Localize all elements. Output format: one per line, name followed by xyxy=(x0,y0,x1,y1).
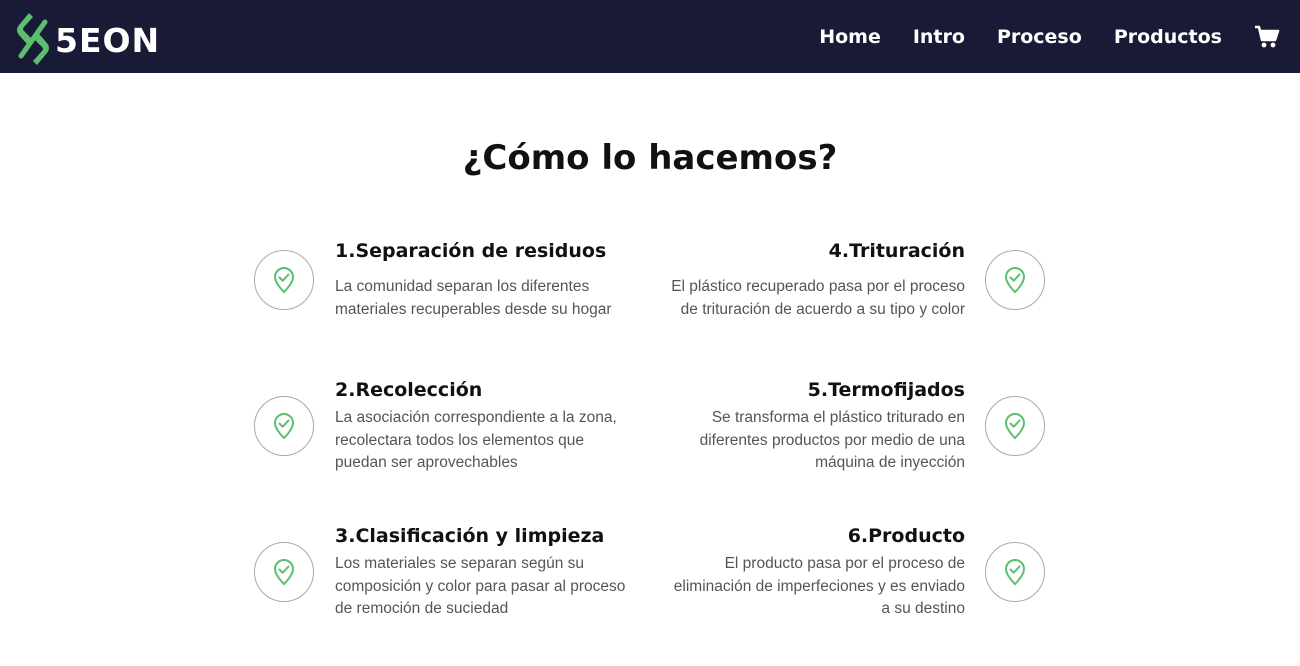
step-description: La comunidad separan los diferentes mate… xyxy=(335,276,640,321)
step-title: 5.Termofijados xyxy=(807,379,965,401)
step-description-line: Los materiales se separan según su xyxy=(335,555,585,572)
main-nav: Home Intro Proceso Productos xyxy=(787,0,1300,73)
step-description: La asociación correspondiente a la zona,… xyxy=(335,407,640,475)
step-description-line: a su destino xyxy=(881,600,965,617)
location-check-icon xyxy=(985,542,1045,602)
leaf-logo-icon xyxy=(17,13,49,65)
step-description-line: recolectara todos los elementos que xyxy=(335,431,585,449)
nav-home-link[interactable]: Home xyxy=(819,26,881,48)
location-check-icon xyxy=(985,250,1045,310)
step-description-line: de trituración de acuerdo a su tipo y co… xyxy=(680,300,965,318)
step-description-line: La asociación correspondiente a la zona, xyxy=(335,409,617,426)
nav-productos-link[interactable]: Productos xyxy=(1114,26,1222,48)
top-navbar: 5EON Home Intro Proceso Productos xyxy=(0,0,1300,73)
step-description: Se transforma el plástico triturado en d… xyxy=(660,407,965,475)
section-title: ¿Cómo lo hacemos? xyxy=(462,138,838,178)
step-description-line: El plástico recuperado pasa por el proce… xyxy=(671,278,965,295)
step-description-line: eliminación de imperfeciones y es enviad… xyxy=(673,577,965,595)
nav-proceso-link[interactable]: Proceso xyxy=(997,26,1082,48)
step-description: El producto pasa por el proceso de elimi… xyxy=(660,553,965,621)
location-check-icon xyxy=(254,396,314,456)
step-description-line: máquina de inyección xyxy=(815,454,965,471)
step-description-line: diferentes productos por medio de una xyxy=(699,431,965,449)
nav-intro-link[interactable]: Intro xyxy=(913,26,965,48)
step-description-line: materiales recuperables desde su hogar xyxy=(335,300,612,318)
step-description: Los materiales se separan según su compo… xyxy=(335,553,640,621)
step-description-line: composición y color para pasar al proces… xyxy=(335,577,626,595)
location-check-icon xyxy=(254,542,314,602)
step-description-line: La comunidad separan los diferentes xyxy=(335,278,590,295)
shopping-cart-icon[interactable] xyxy=(1254,25,1280,49)
step-title: 6.Producto xyxy=(847,525,965,547)
step-description-line: Se transforma el plástico triturado en xyxy=(711,409,965,426)
location-check-icon xyxy=(254,250,314,310)
step-title: 1.Separación de residuos xyxy=(335,240,607,262)
location-check-icon xyxy=(985,396,1045,456)
step-title: 2.Recolección xyxy=(335,379,483,401)
brand-name: 5EON xyxy=(55,20,161,60)
step-title: 3.Clasificación y limpieza xyxy=(335,525,605,547)
step-title: 4.Trituración xyxy=(828,240,965,262)
step-description: El plástico recuperado pasa por el proce… xyxy=(660,276,965,321)
step-description-line: de remoción de suciedad xyxy=(335,600,509,617)
step-description-line: puedan ser aprovechables xyxy=(335,454,518,471)
brand-logo[interactable]: 5EON xyxy=(13,11,160,67)
step-description-line: El producto pasa por el proceso de xyxy=(724,555,965,572)
